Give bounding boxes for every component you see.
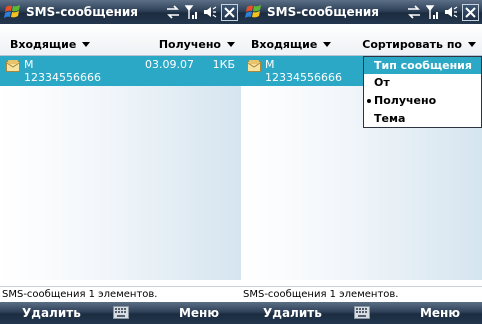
- system-tray: [406, 3, 479, 21]
- softkey-bar: Удалить Меню: [0, 302, 241, 324]
- close-icon: [465, 6, 476, 18]
- sort-option-from[interactable]: От: [364, 74, 481, 91]
- status-text: SMS-сообщения 1 элементов.: [243, 289, 399, 300]
- message-number: 12334556666: [265, 71, 342, 84]
- chevron-down-icon: [468, 42, 476, 47]
- folder-label: Входящие: [10, 38, 77, 51]
- sort-label: Получено: [158, 38, 221, 51]
- signal-strength-icon[interactable]: [426, 4, 440, 20]
- chevron-down-icon: [82, 42, 91, 47]
- folder-dropdown[interactable]: Входящие: [251, 38, 332, 51]
- sort-option-label: Тип сообщения: [374, 59, 472, 72]
- folder-dropdown[interactable]: Входящие: [10, 38, 91, 51]
- keyboard-icon[interactable]: [354, 306, 370, 319]
- list-item[interactable]: M 12334556666 03.09.07 1КБ: [0, 56, 241, 86]
- message-size: 1КБ: [212, 58, 235, 71]
- sort-option-received[interactable]: Получено: [364, 92, 481, 109]
- screen-right: SMS-сообщения Входящие Сортировать по M …: [241, 0, 482, 324]
- message-date: 03.09.07: [145, 58, 194, 71]
- selected-bullet-icon: [367, 99, 371, 103]
- windows-flag-icon[interactable]: [245, 3, 263, 21]
- app-title[interactable]: SMS-сообщения: [267, 5, 379, 19]
- close-button[interactable]: [221, 3, 238, 21]
- screen-left: SMS-сообщения Входящие Получено M 123345…: [0, 0, 241, 324]
- status-text: SMS-сообщения 1 элементов.: [2, 289, 158, 300]
- system-tray: [165, 3, 238, 21]
- menu-softkey[interactable]: Меню: [179, 306, 219, 320]
- speaker-volume-icon[interactable]: [444, 5, 458, 19]
- sort-option-subject[interactable]: Тема: [364, 110, 481, 127]
- speaker-volume-icon[interactable]: [203, 5, 217, 19]
- keyboard-icon[interactable]: [113, 306, 129, 319]
- sort-option-label: Получено: [374, 94, 437, 107]
- sort-option-type[interactable]: Тип сообщения: [364, 57, 481, 74]
- message-sender: M: [24, 58, 34, 71]
- sort-dropdown[interactable]: Сортировать по: [362, 38, 476, 51]
- sort-label: Сортировать по: [362, 38, 462, 51]
- chevron-down-icon: [323, 42, 332, 47]
- status-bar: SMS-сообщения 1 элементов.: [0, 286, 241, 302]
- connection-arrows-icon[interactable]: [165, 5, 181, 19]
- sms-envelope-icon: [247, 60, 261, 72]
- close-button[interactable]: [462, 3, 479, 21]
- windows-flag-icon[interactable]: [4, 3, 22, 21]
- list-header: Входящие Сортировать по: [241, 24, 482, 56]
- sort-option-label: От: [374, 76, 390, 89]
- close-icon: [224, 6, 235, 18]
- sort-dropdown[interactable]: Получено: [159, 38, 235, 51]
- sort-menu: Тип сообщения От Получено Тема: [363, 56, 482, 128]
- sort-option-label: Тема: [374, 112, 406, 125]
- softkey-bar: Удалить Меню: [241, 302, 482, 324]
- delete-softkey[interactable]: Удалить: [263, 306, 322, 320]
- status-bar: SMS-сообщения 1 элементов.: [241, 286, 482, 302]
- delete-softkey[interactable]: Удалить: [22, 306, 81, 320]
- title-bar: SMS-сообщения: [241, 0, 482, 24]
- message-sender: M: [265, 58, 275, 71]
- sms-envelope-icon: [6, 60, 20, 72]
- title-bar: SMS-сообщения: [0, 0, 241, 24]
- message-number: 12334556666: [24, 71, 101, 84]
- app-title[interactable]: SMS-сообщения: [26, 5, 138, 19]
- chevron-down-icon: [227, 42, 235, 47]
- message-list: M 12334556666 03.09.07 1КБ: [0, 56, 241, 280]
- menu-softkey[interactable]: Меню: [420, 306, 460, 320]
- connection-arrows-icon[interactable]: [406, 5, 422, 19]
- signal-strength-icon[interactable]: [185, 4, 199, 20]
- folder-label: Входящие: [251, 38, 318, 51]
- list-header: Входящие Получено: [0, 24, 241, 56]
